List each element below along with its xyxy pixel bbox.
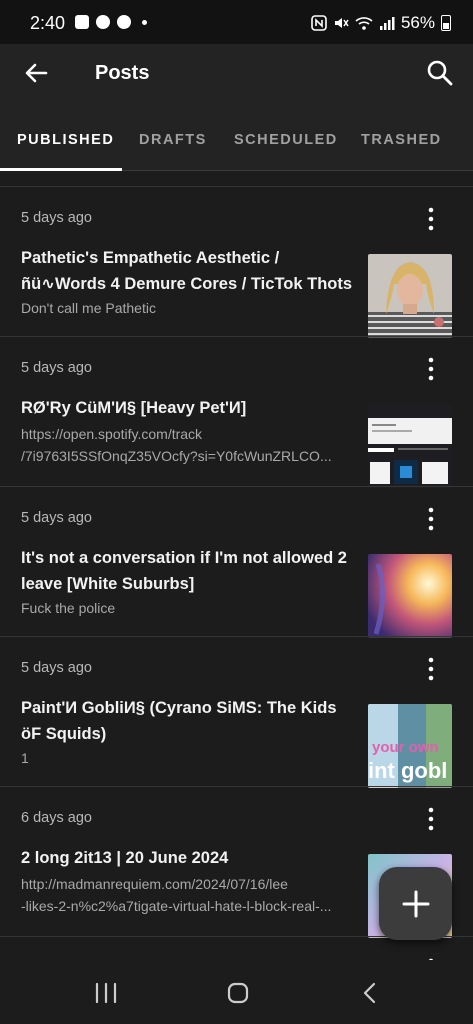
post-item[interactable]: 5 days ago Pathetic's Empathetic Aesthet… xyxy=(0,186,473,338)
post-title: 2 long 2it13 | 20 June 2024 xyxy=(21,849,229,867)
post-list[interactable]: 5 days ago Pathetic's Empathetic Aesthet… xyxy=(0,171,473,960)
post-thumbnail: your own int gobl xyxy=(368,704,452,788)
tab-bar: PUBLISHED DRAFTS SCHEDULED TRASHED xyxy=(0,104,473,171)
post-item[interactable]: 5 days ago RØ'Ry CüM'И§ [Heavy Pet'И] ht… xyxy=(0,336,473,488)
back-nav-icon[interactable] xyxy=(360,982,380,1004)
mute-icon xyxy=(334,18,349,28)
post-item[interactable]: 5 days ago It's not a conversation if I'… xyxy=(0,486,473,638)
post-date: 5 days ago xyxy=(21,360,92,376)
more-options-icon[interactable] xyxy=(421,656,441,682)
gallery-icon xyxy=(75,15,89,29)
add-post-button[interactable] xyxy=(379,867,452,940)
home-icon[interactable] xyxy=(226,982,250,1004)
post-excerpt: http://madmanrequiem.com/2024/07/16/lee xyxy=(21,876,288,892)
app-bar: Posts xyxy=(0,44,473,104)
more-options-icon[interactable] xyxy=(421,806,441,832)
wifi-icon xyxy=(355,17,373,30)
thumb-text: int gobl xyxy=(368,758,447,783)
post-excerpt: /7i9763I5SSfOnqZ35VOcfy?si=Y0fcWunZRLCO.… xyxy=(21,448,332,464)
nfc-icon xyxy=(311,15,327,31)
tab-published[interactable]: PUBLISHED xyxy=(17,132,114,148)
app-notification-icon xyxy=(117,15,131,29)
post-excerpt: Fuck the police xyxy=(21,600,116,616)
battery-icon xyxy=(441,15,451,31)
more-options-icon[interactable] xyxy=(421,506,441,532)
tab-trashed[interactable]: TRASHED xyxy=(361,132,442,148)
recent-apps-icon[interactable] xyxy=(94,982,118,1004)
post-date: 5 days ago xyxy=(21,510,92,526)
battery-percent: 56% xyxy=(400,13,435,32)
post-thumbnail xyxy=(368,554,452,638)
post-excerpt: Don't call me Pathetic xyxy=(21,300,156,316)
status-bar: 2:40 56% xyxy=(0,0,473,44)
thumb-text: your own xyxy=(372,739,439,756)
post-date: 6 days ago xyxy=(21,810,92,826)
post-thumbnail xyxy=(368,404,452,488)
more-notifications-icon xyxy=(142,19,147,25)
post-excerpt: https://open.spotify.com/track xyxy=(21,426,203,442)
page-title: Posts xyxy=(95,62,150,84)
tab-drafts[interactable]: DRAFTS xyxy=(139,132,207,148)
post-title: Paint'И GobliИ§ (Cyrano SiMS: The Kids ö… xyxy=(21,699,337,743)
back-arrow-icon[interactable] xyxy=(22,58,52,88)
post-thumbnail xyxy=(368,254,452,338)
basketball-icon xyxy=(96,15,110,29)
signal-icon xyxy=(379,17,395,30)
post-date: 5 days ago xyxy=(21,660,92,676)
search-icon[interactable] xyxy=(425,58,455,88)
post-title: It's not a conversation if I'm not allow… xyxy=(21,549,347,593)
system-nav-bar xyxy=(0,960,473,1024)
post-date: 5 days ago xyxy=(21,210,92,226)
more-options-icon[interactable] xyxy=(421,206,441,232)
post-excerpt: -likes-2-n%c2%a7tigate-virtual-hate-l-bl… xyxy=(21,898,332,914)
status-time: 2:40 xyxy=(30,13,66,33)
post-title: RØ'Ry CüM'И§ [Heavy Pet'И] xyxy=(21,399,247,417)
more-options-icon[interactable] xyxy=(421,356,441,382)
post-title: Pathetic's Empathetic Aesthetic / ñü∿Wor… xyxy=(21,249,353,293)
plus-icon xyxy=(402,890,429,917)
post-excerpt: 1 xyxy=(21,750,29,766)
tab-scheduled[interactable]: SCHEDULED xyxy=(234,132,338,148)
notification-icons xyxy=(75,15,147,29)
system-icons: 56% xyxy=(311,13,451,33)
post-item[interactable]: 5 days ago Paint'И GobliИ§ (Cyrano SiMS:… xyxy=(0,636,473,788)
